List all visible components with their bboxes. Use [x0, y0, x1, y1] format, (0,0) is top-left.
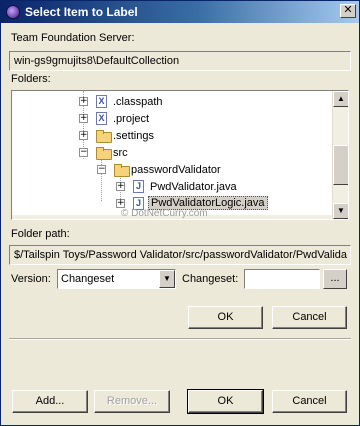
add-button[interactable]: Add...	[12, 390, 88, 413]
folder-path-field: $/Tailspin Toys/Password Validator/src/p…	[9, 245, 351, 265]
title-bar: Select Item to Label ✕	[1, 1, 359, 23]
dialog-title: Select Item to Label	[25, 5, 138, 19]
tree-item-label: .classpath	[113, 96, 163, 108]
watermark: © DotNetCurry.com	[121, 208, 208, 219]
changeset-input[interactable]	[244, 269, 320, 289]
version-select-value: Changeset	[61, 273, 115, 285]
scroll-thumb[interactable]	[333, 145, 348, 185]
folder-path-label: Folder path:	[11, 228, 70, 240]
expand-icon[interactable]: +	[116, 182, 125, 191]
java-file-icon: J	[133, 180, 144, 193]
folders-label: Folders:	[11, 73, 51, 85]
expand-icon[interactable]: +	[116, 199, 125, 208]
cancel-button-top[interactable]: Cancel	[272, 306, 347, 329]
ok-button-top[interactable]: OK	[188, 306, 263, 329]
server-label: Team Foundation Server:	[11, 32, 135, 44]
tree-item-project[interactable]: + X .project	[12, 111, 332, 128]
cancel-button[interactable]: Cancel	[272, 390, 347, 413]
folders-tree[interactable]: + X .classpath + X .project + .settings …	[11, 90, 349, 220]
tree-item-src[interactable]: − src	[12, 145, 332, 162]
scroll-up-button[interactable]: ▲	[333, 91, 348, 107]
collapse-icon[interactable]: −	[97, 165, 106, 174]
chevron-down-icon[interactable]: ▼	[159, 270, 175, 288]
browse-changeset-button[interactable]: ...	[323, 269, 347, 289]
changeset-label: Changeset:	[182, 273, 239, 285]
version-label: Version:	[11, 273, 51, 285]
select-item-dialog: Select Item to Label ✕ Team Foundation S…	[0, 0, 360, 426]
collapse-icon[interactable]: −	[79, 148, 88, 157]
expand-icon[interactable]: +	[79, 114, 88, 123]
remove-button[interactable]: Remove...	[94, 390, 170, 413]
tree-item-label: src	[113, 147, 128, 159]
server-field: win-gs9gmujits8\DefaultCollection	[9, 51, 351, 71]
expand-icon[interactable]: +	[79, 97, 88, 106]
tree-item-pwdvalidator-java[interactable]: + J PwdValidator.java	[12, 179, 332, 196]
version-select[interactable]: Changeset ▼	[57, 269, 176, 289]
tree-item-settings[interactable]: + .settings	[12, 128, 332, 145]
ok-button[interactable]: OK	[187, 389, 264, 414]
scroll-down-button[interactable]: ▼	[333, 203, 348, 219]
tree-item-label: PwdValidator.java	[150, 181, 237, 193]
folder-open-icon	[114, 163, 130, 177]
close-button[interactable]: ✕	[340, 4, 356, 18]
eclipse-icon	[6, 5, 20, 19]
expand-icon[interactable]: +	[79, 131, 88, 140]
folder-icon	[96, 129, 112, 143]
tree-item-label: .project	[113, 113, 150, 125]
folder-open-icon	[96, 146, 112, 160]
tree-item-label: .settings	[113, 130, 154, 142]
x-file-icon: X	[96, 95, 107, 108]
vertical-scrollbar[interactable]: ▲ ▼	[332, 91, 348, 219]
tree-item-classpath[interactable]: + X .classpath	[12, 94, 332, 111]
separator	[9, 338, 351, 340]
tree-item-passwordvalidator[interactable]: − passwordValidator	[12, 162, 332, 179]
tree-item-label: passwordValidator	[131, 164, 221, 176]
x-file-icon: X	[96, 112, 107, 125]
